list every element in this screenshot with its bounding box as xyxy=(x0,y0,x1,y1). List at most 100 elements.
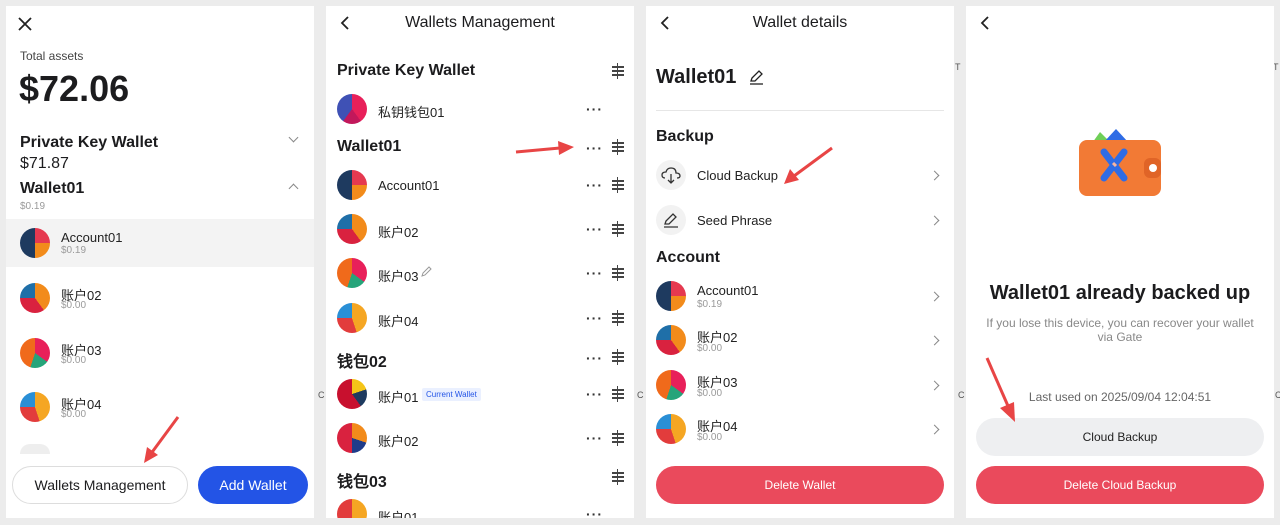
drag-handle-icon[interactable] xyxy=(612,139,624,155)
chevron-right-icon xyxy=(929,380,940,391)
delete-wallet-button[interactable]: Delete Wallet xyxy=(656,466,944,504)
account-row[interactable]: 账户03 $0.00 xyxy=(646,370,954,402)
more-icon[interactable]: ··· xyxy=(586,266,603,280)
edit-icon[interactable] xyxy=(749,70,764,85)
account-row[interactable]: 账户04 $0.00 xyxy=(6,383,314,431)
wallet-avatar xyxy=(337,94,367,124)
wallet-list-item[interactable]: 账户03 ··· xyxy=(326,258,634,290)
account-amount: $0.00 xyxy=(697,432,723,443)
more-icon[interactable]: ··· xyxy=(586,507,603,518)
drag-handle-icon[interactable] xyxy=(612,469,624,485)
wallet-name-title: Wallet01 xyxy=(656,66,737,88)
more-icon[interactable]: ··· xyxy=(586,222,603,236)
account-name: Account01 xyxy=(697,283,759,298)
account-avatar xyxy=(656,281,686,311)
account-avatar xyxy=(656,325,686,355)
chevron-down-icon[interactable] xyxy=(288,132,299,143)
cloud-download-icon xyxy=(656,160,686,190)
seed-phrase-row[interactable]: Seed Phrase xyxy=(646,205,954,237)
wallet-list-item[interactable]: 账户01 Current Wallet ··· xyxy=(326,379,634,411)
account-avatar xyxy=(337,303,367,333)
account-avatar xyxy=(337,214,367,244)
chevron-right-icon xyxy=(929,335,940,346)
current-wallet-badge: Current Wallet xyxy=(422,388,481,401)
edge-fragment: C xyxy=(1275,390,1280,400)
account-avatar xyxy=(20,228,50,258)
close-icon[interactable] xyxy=(18,17,32,31)
account-amount: $0.00 xyxy=(697,388,723,399)
wallets-management-panel: Wallets Management Private Key Wallet 私钥… xyxy=(326,6,634,518)
partial-avatar xyxy=(20,444,50,454)
wallet-list-item[interactable]: 账户04 ··· xyxy=(326,303,634,335)
edge-fragment: C xyxy=(318,390,325,400)
account-avatar xyxy=(337,423,367,453)
wallet-list-item[interactable]: 账户01 ··· xyxy=(326,499,634,518)
account-row[interactable]: 账户03 $0.00 xyxy=(6,329,314,377)
more-icon[interactable]: ··· xyxy=(586,311,603,325)
more-icon[interactable]: ··· xyxy=(586,178,603,192)
total-assets-label: Total assets xyxy=(20,49,84,63)
account-row[interactable]: Account01 $0.19 xyxy=(646,281,954,313)
chevron-up-icon[interactable] xyxy=(288,183,299,194)
backup-heading: Backup xyxy=(656,128,714,145)
drag-handle-icon[interactable] xyxy=(612,349,624,365)
more-icon[interactable]: ··· xyxy=(586,102,603,116)
wallet-list-item[interactable]: Account01 ··· xyxy=(326,170,634,202)
drag-handle-icon[interactable] xyxy=(612,386,624,402)
chevron-right-icon xyxy=(929,424,940,435)
last-used-text: Last used on 2025/09/04 12:04:51 xyxy=(1028,390,1212,404)
account-amount: $0.00 xyxy=(61,355,87,366)
back-icon[interactable] xyxy=(978,15,994,31)
account-row[interactable]: 账户04 $0.00 xyxy=(646,414,954,446)
account-name: 账户03 xyxy=(378,269,419,284)
cloud-backup-button[interactable]: Cloud Backup xyxy=(976,418,1264,456)
account-avatar xyxy=(337,258,367,288)
wallet-list-item[interactable]: 账户02 ··· xyxy=(326,214,634,246)
account-name: 账户01 xyxy=(378,390,419,405)
account-name: 账户02 xyxy=(378,225,419,240)
account-row[interactable]: 账户02 $0.00 xyxy=(646,325,954,357)
account-name: Account01 xyxy=(61,230,123,245)
pen-icon xyxy=(656,205,686,235)
cloud-backup-row[interactable]: Cloud Backup xyxy=(646,160,954,192)
section-title: Private Key Wallet xyxy=(337,62,476,79)
drag-handle-icon[interactable] xyxy=(612,265,624,281)
cloud-backup-label: Cloud Backup xyxy=(697,168,778,183)
page-title: Wallets Management xyxy=(405,14,555,31)
cloud-backup-status-panel: Wallet01 already backed up If you lose t… xyxy=(966,6,1274,518)
wallet-list-item[interactable]: 账户02 ··· xyxy=(326,423,634,455)
wallet-group-amount: $71.87 xyxy=(20,155,69,172)
drag-handle-icon[interactable] xyxy=(612,310,624,326)
account-name: 账户01 xyxy=(378,510,419,518)
wallets-management-button[interactable]: Wallets Management xyxy=(12,466,188,504)
more-icon[interactable]: ··· xyxy=(586,431,603,445)
page-title: Wallet details xyxy=(752,14,848,31)
drag-handle-icon[interactable] xyxy=(612,430,624,446)
account-avatar xyxy=(656,370,686,400)
section-title: 钱包03 xyxy=(337,474,387,491)
section-title: Wallet01 xyxy=(337,138,402,155)
account-name: Account01 xyxy=(378,178,440,193)
more-icon[interactable]: ··· xyxy=(586,351,603,365)
account-avatar xyxy=(337,170,367,200)
drag-handle-icon[interactable] xyxy=(612,177,624,193)
delete-cloud-backup-button[interactable]: Delete Cloud Backup xyxy=(976,466,1264,504)
edge-fragment: T xyxy=(955,62,961,72)
add-wallet-button[interactable]: Add Wallet xyxy=(198,466,308,504)
wallet-group-private-key[interactable]: Private Key Wallet $71.87 xyxy=(6,132,314,172)
account-amount: $0.19 xyxy=(61,245,87,256)
wallet-list-item[interactable]: 私钥钱包01 ··· xyxy=(326,94,634,126)
more-icon[interactable]: ··· xyxy=(586,387,603,401)
account-amount: $0.00 xyxy=(697,343,723,354)
drag-handle-icon[interactable] xyxy=(612,221,624,237)
account-row[interactable]: 账户02 $0.00 xyxy=(6,274,314,322)
annotation-arrow xyxy=(515,141,574,155)
chevron-right-icon xyxy=(929,215,940,226)
wallet-group-wallet01[interactable]: Wallet01 $0.19 xyxy=(6,178,314,218)
account-row-selected[interactable]: Account01 $0.19 xyxy=(6,219,314,267)
edit-icon[interactable] xyxy=(421,266,432,277)
total-assets-value: $72.06 xyxy=(19,68,130,109)
drag-handle-icon[interactable] xyxy=(612,63,624,79)
wallet-group-name: Private Key Wallet xyxy=(20,134,159,151)
more-icon[interactable]: ··· xyxy=(586,141,603,155)
